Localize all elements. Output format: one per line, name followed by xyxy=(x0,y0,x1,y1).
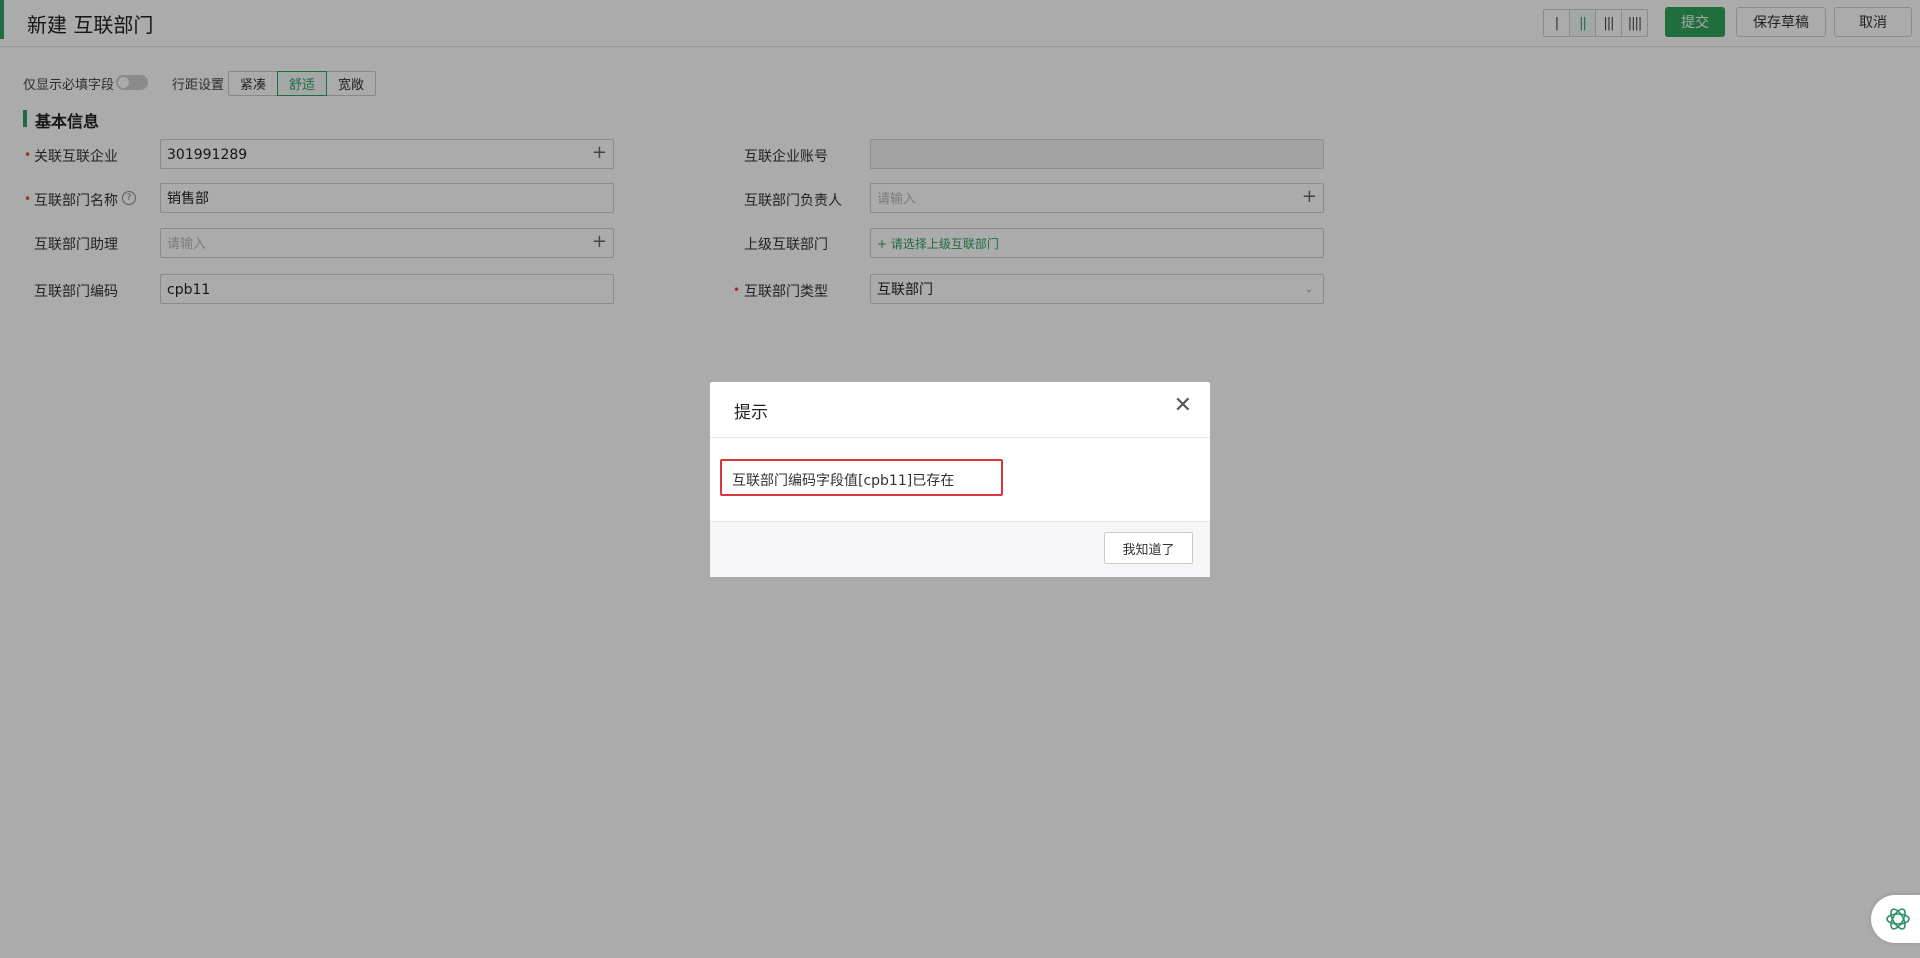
dialog-title: 提示 xyxy=(734,403,768,423)
close-icon[interactable]: ✕ xyxy=(1174,394,1192,418)
acknowledge-button[interactable]: 我知道了 xyxy=(1104,532,1193,564)
page: 新建 互联部门 | || ||| |||| 提交 保存草稿 取消 仅显示必填字段… xyxy=(0,0,1920,958)
dialog-message: 互联部门编码字段值[cpb11]已存在 xyxy=(720,459,1003,496)
assistant-icon xyxy=(1886,908,1910,930)
alert-dialog: 提示 ✕ 互联部门编码字段值[cpb11]已存在 我知道了 xyxy=(710,382,1210,577)
dialog-header: 提示 ✕ xyxy=(710,382,1210,438)
assistant-launcher[interactable] xyxy=(1871,895,1920,943)
dialog-footer: 我知道了 xyxy=(710,521,1210,577)
